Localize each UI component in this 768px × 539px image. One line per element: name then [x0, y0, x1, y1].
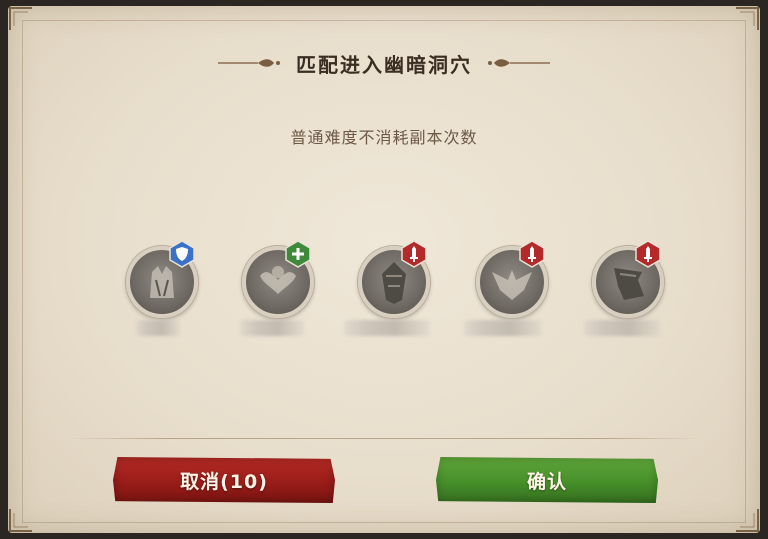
sword-icon [400, 240, 428, 268]
player-name-hidden [344, 320, 430, 336]
party-member [234, 240, 314, 350]
sword-icon [634, 240, 662, 268]
shield-icon [168, 240, 196, 268]
player-name-hidden [136, 320, 180, 336]
title-ornament-left-icon [218, 57, 282, 69]
party-member [584, 240, 664, 350]
corner-ornament-icon [8, 6, 34, 32]
title-ornament-right-icon [486, 57, 550, 69]
corner-ornament-icon [734, 507, 760, 533]
dialog-header: 匹配进入幽暗洞穴 [0, 48, 768, 78]
party-member [344, 240, 430, 350]
corner-ornament-icon [8, 507, 34, 533]
party-member [118, 240, 198, 350]
party-member [464, 240, 548, 350]
corner-ornament-icon [734, 6, 760, 32]
section-divider [70, 438, 698, 439]
cancel-button[interactable]: 取消(10) [113, 457, 335, 503]
player-name-hidden [240, 320, 304, 336]
confirm-button[interactable]: 确认 [436, 457, 658, 503]
difficulty-note: 普通难度不消耗副本次数 [290, 128, 478, 147]
sword-icon [518, 240, 546, 268]
dialog-title: 匹配进入幽暗洞穴 [296, 52, 472, 77]
player-name-hidden [464, 320, 542, 336]
plus-icon [284, 240, 312, 268]
party-roster [0, 240, 768, 350]
player-name-hidden [584, 320, 660, 336]
